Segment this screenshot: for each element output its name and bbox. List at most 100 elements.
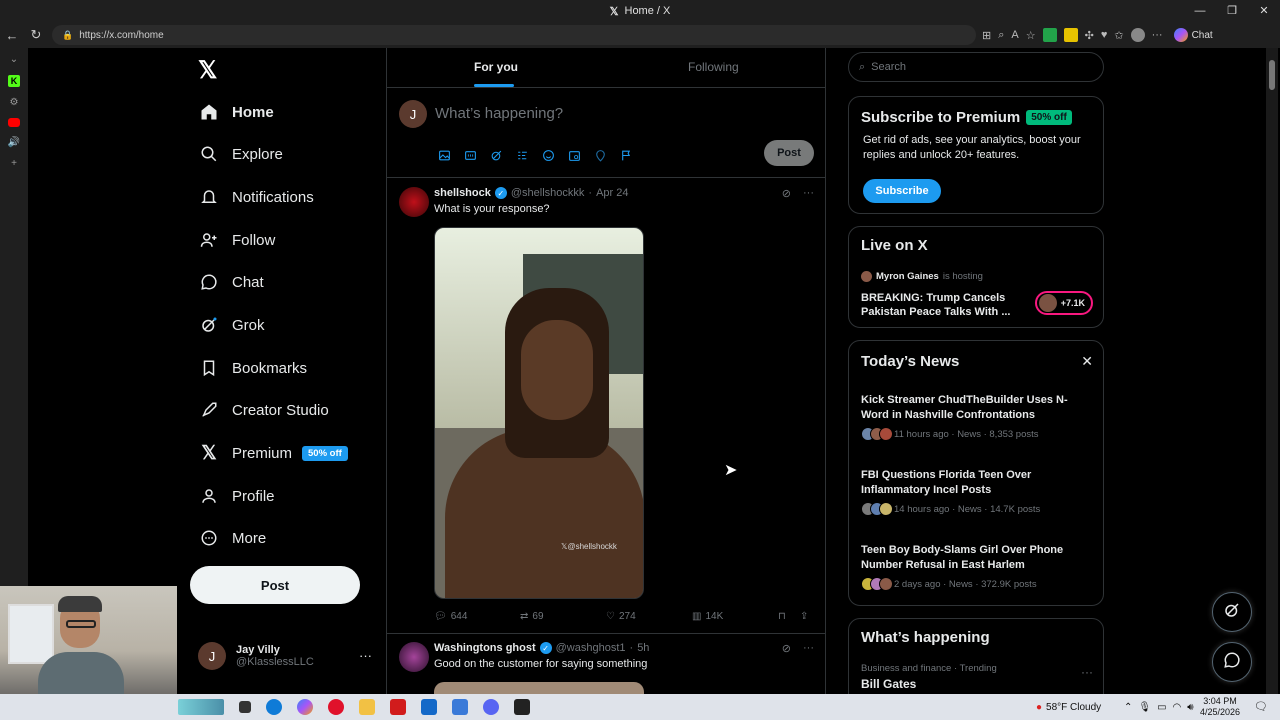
microphone-icon[interactable]: 🎙︎ [1138, 702, 1151, 713]
zoom-icon[interactable]: ⌕ [998, 29, 1004, 42]
extension-green-icon[interactable] [1042, 28, 1057, 42]
extension-yellow-icon[interactable] [1063, 28, 1078, 42]
nav-item-home[interactable]: Home [198, 97, 274, 127]
app-red-icon[interactable] [390, 699, 406, 715]
chevron-up-icon[interactable]: ⌃ [1124, 702, 1132, 713]
profile-avatar-icon[interactable] [1130, 28, 1145, 42]
grok-floating-button[interactable] [1212, 592, 1252, 632]
tab-for-you[interactable]: For you [474, 60, 518, 74]
sound-tab-icon[interactable]: 🔊 [8, 137, 20, 148]
tweet[interactable]: shellshock ✓ @shellshockkk · Apr 24 ⊘ ··… [387, 179, 826, 634]
wifi-icon[interactable]: ◠ [1173, 702, 1182, 713]
more-dots-icon[interactable]: ··· [803, 642, 814, 655]
favorite-star-icon[interactable]: ☆ [1026, 29, 1036, 42]
nav-item-premium[interactable]: 𝕏 Premium 50% off [198, 438, 348, 468]
task-view-icon[interactable] [239, 701, 251, 713]
copilot-chat-button[interactable]: Chat [1173, 28, 1213, 42]
tweet-author-handle[interactable]: @shellshockkk [511, 187, 585, 199]
tab-following[interactable]: Following [688, 60, 739, 74]
terminal-app-icon[interactable] [514, 699, 530, 715]
news-item[interactable]: Teen Boy Body-Slams Girl Over Phone Numb… [861, 543, 1081, 591]
flag-icon[interactable] [619, 148, 633, 162]
nav-item-explore[interactable]: Explore [198, 139, 283, 169]
scrollbar-thumb[interactable] [1269, 60, 1275, 90]
image-icon[interactable] [437, 148, 451, 162]
like-button[interactable]: ♡ 274 [606, 611, 636, 622]
grok-explain-icon[interactable]: ⊘ [782, 642, 791, 655]
avatar[interactable] [399, 187, 429, 217]
close-icon[interactable]: ✕ [1081, 353, 1093, 370]
x-home-logo-icon[interactable]: 𝕏 [198, 56, 217, 85]
bookmark-button[interactable]: ⊓ [778, 611, 786, 622]
system-clock[interactable]: 3:04 PM 4/25/2026 [1200, 696, 1240, 718]
battery-icon[interactable]: ▭ [1157, 702, 1166, 713]
account-switcher[interactable]: J Jay Villy @KlasslessLLC ··· [198, 642, 378, 670]
favorites-icon[interactable]: ✩ [1114, 29, 1123, 42]
menu-dots-icon[interactable]: ··· [1152, 29, 1163, 41]
youtube-app-icon[interactable] [8, 118, 20, 127]
news-item[interactable]: FBI Questions Florida Teen Over Inflamma… [861, 468, 1081, 516]
subscribe-button[interactable]: Subscribe [863, 179, 941, 203]
poll-icon[interactable] [515, 148, 529, 162]
back-icon[interactable]: ← [0, 28, 24, 43]
discord-app-icon[interactable] [483, 699, 499, 715]
compose-post-button[interactable]: Post [764, 140, 814, 166]
grok-icon[interactable] [489, 148, 503, 162]
tweet-time[interactable]: Apr 24 [596, 187, 628, 199]
nav-item-bookmarks[interactable]: Bookmarks [198, 353, 307, 383]
schedule-icon[interactable] [567, 148, 581, 162]
tweet-time[interactable]: 5h [637, 642, 649, 654]
address-bar[interactable]: 🔒 https://x.com/home [52, 25, 976, 45]
tweet-author-name[interactable]: shellshock [434, 187, 491, 199]
copilot-app-icon[interactable] [297, 699, 313, 715]
nav-item-profile[interactable]: Profile [198, 481, 275, 511]
restore-button[interactable]: ❐ [1216, 0, 1248, 22]
edge-browser-icon[interactable] [266, 699, 282, 715]
tweet-author-handle[interactable]: @washghost1 [556, 642, 626, 654]
extensions-puzzle-icon[interactable]: ✣ [1085, 29, 1094, 42]
tweet-author-name[interactable]: Washingtons ghost [434, 642, 536, 654]
page-scrollbar[interactable] [1266, 48, 1278, 694]
store-app-icon[interactable] [452, 699, 468, 715]
notification-icon[interactable]: 🗨︎ [1254, 700, 1268, 713]
nav-item-more[interactable]: More [198, 523, 266, 553]
emoji-icon[interactable] [541, 148, 555, 162]
nav-item-creator-studio[interactable]: Creator Studio [198, 395, 329, 425]
search-input[interactable]: ⌕ Search [848, 52, 1104, 82]
repost-button[interactable]: ⇄ 69 [520, 611, 544, 622]
grok-explain-icon[interactable]: ⊘ [782, 187, 791, 200]
gif-icon[interactable] [463, 148, 477, 162]
refresh-icon[interactable]: ↻ [24, 27, 48, 43]
tweet-video[interactable]: 𝕏@shellshockk [434, 227, 644, 599]
tweet[interactable]: Washingtons ghost ✓ @washghost1 · 5h ⊘ ·… [387, 634, 826, 702]
compose-input[interactable]: What’s happening? [435, 105, 563, 122]
weather-widget[interactable]: ● 58°F Cloudy [1036, 694, 1101, 720]
apps-icon[interactable]: ⊞ [982, 29, 991, 42]
nav-item-notifications[interactable]: Notifications [198, 182, 314, 212]
close-window-button[interactable]: ✕ [1248, 0, 1280, 22]
share-button[interactable]: ⇪ [800, 611, 808, 622]
performance-icon[interactable]: ♥ [1101, 29, 1108, 41]
widgets-icon[interactable] [178, 699, 224, 715]
file-explorer-icon[interactable] [359, 699, 375, 715]
location-icon[interactable] [593, 148, 607, 162]
volume-icon[interactable]: 🔊︎ [1187, 702, 1193, 713]
trend-name[interactable]: Bill Gates [861, 677, 916, 691]
kick-app-icon[interactable]: K [8, 75, 20, 87]
settings-gear-icon[interactable]: ⚙ [10, 97, 19, 108]
opera-browser-icon[interactable] [328, 699, 344, 715]
post-button[interactable]: Post [190, 566, 360, 604]
views-button[interactable]: ▥ 14K [692, 611, 723, 622]
add-sidebar-icon[interactable]: + [11, 158, 17, 169]
mail-app-icon[interactable] [421, 699, 437, 715]
read-aloud-icon[interactable]: A [1011, 29, 1018, 41]
more-dots-icon[interactable]: ··· [359, 648, 372, 663]
reply-button[interactable]: 💬︎ 644 [434, 611, 467, 622]
more-dots-icon[interactable]: ··· [803, 187, 814, 200]
minimize-button[interactable]: — [1184, 0, 1216, 22]
collapse-chevron-icon[interactable]: ⌄ [10, 54, 18, 65]
news-item[interactable]: Kick Streamer ChudTheBuilder Uses N-Word… [861, 393, 1081, 441]
nav-item-grok[interactable]: Grok [198, 310, 265, 340]
more-dots-icon[interactable]: ··· [1081, 665, 1093, 679]
live-card[interactable]: Live on X Myron Gaines is hosting BREAKI… [848, 226, 1104, 328]
